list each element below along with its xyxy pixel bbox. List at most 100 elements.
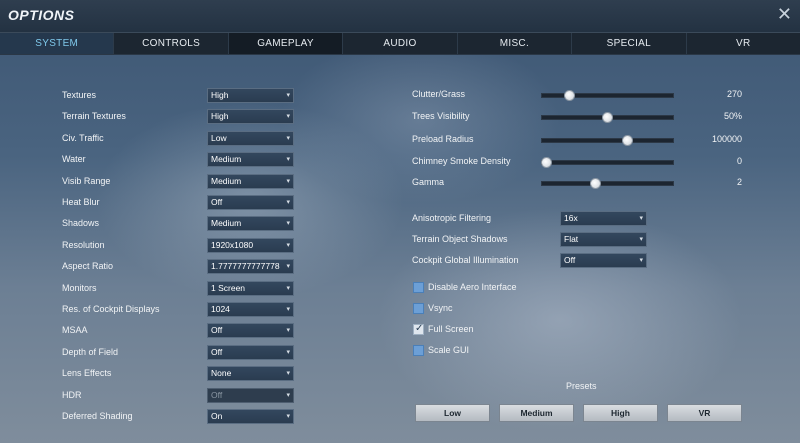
civ-traffic-dropdown[interactable]: Low ▾ (207, 130, 294, 146)
monitors-label: Monitors (62, 282, 97, 293)
clutter-grass-slider-track[interactable] (541, 93, 674, 98)
tab-special[interactable]: SPECIAL (572, 33, 687, 54)
gamma-slider-track[interactable] (541, 181, 674, 186)
chevron-down-icon: ▾ (639, 236, 643, 243)
clutter-grass-label: Clutter/Grass (412, 89, 466, 99)
clutter-grass-value: 270 (726, 89, 742, 99)
hdr-dropdown: Off ▾ (207, 387, 294, 403)
deferred-shading-value: On (211, 411, 223, 421)
presets-label: Presets (566, 381, 597, 391)
terrain-textures-value: High (211, 111, 229, 122)
lens-effects-dropdown[interactable]: None ▾ (207, 366, 294, 382)
civ-traffic-label: Civ. Traffic (62, 132, 104, 143)
chevron-down-icon: ▾ (286, 220, 290, 228)
anisotropic-filtering-dropdown[interactable]: 16x ▾ (560, 211, 647, 226)
scale-gui-checkbox[interactable] (413, 345, 424, 356)
msaa-dropdown[interactable]: Off ▾ (207, 323, 294, 339)
depth-of-field-value: Off (211, 346, 223, 357)
preload-radius-slider-handle[interactable] (621, 135, 633, 146)
preset-medium-button[interactable]: Medium (499, 404, 574, 422)
preset-vr-button[interactable]: VR (667, 404, 742, 422)
deferred-shading-label: Deferred Shading (62, 411, 133, 421)
depth-of-field-dropdown[interactable]: Off ▾ (207, 344, 294, 360)
chevron-down-icon: ▾ (286, 306, 290, 313)
chimney-smoke-density-slider-track[interactable] (541, 160, 674, 165)
deferred-shading-dropdown[interactable]: On ▾ (207, 409, 294, 424)
msaa-label: MSAA (62, 325, 88, 336)
terrain-object-shadows-dropdown[interactable]: Flat ▾ (560, 232, 647, 247)
vsync-checkbox[interactable] (413, 303, 424, 314)
chevron-down-icon: ▾ (286, 327, 290, 335)
shadows-dropdown[interactable]: Medium ▾ (207, 216, 294, 232)
terrain-object-shadows-value: Flat (564, 234, 579, 244)
disable-aero-interface-checkbox[interactable] (413, 282, 424, 293)
chevron-down-icon: ▾ (286, 263, 290, 271)
chevron-down-icon: ▾ (286, 284, 290, 292)
preset-low-button[interactable]: Low (415, 404, 490, 422)
tab-system[interactable]: SYSTEM (0, 33, 115, 54)
disable-aero-interface-label: Disable Aero Interface (428, 282, 517, 292)
close-icon[interactable]: ✕ (777, 5, 792, 23)
lens-effects-label: Lens Effects (62, 368, 112, 379)
textures-label: Textures (62, 90, 97, 100)
full-screen-checkbox[interactable]: ✓ (413, 323, 424, 335)
heat-blur-label: Heat Blur (62, 197, 100, 207)
tab-misc[interactable]: MISC. (457, 33, 573, 54)
tab-controls[interactable]: CONTROLS (114, 33, 229, 54)
textures-dropdown[interactable]: High ▾ (207, 88, 294, 103)
preload-radius-value: 100000 (711, 134, 742, 144)
chevron-down-icon: ▾ (286, 134, 290, 142)
aspect-ratio-label: Aspect Ratio (62, 261, 114, 272)
hdr-value: Off (211, 389, 223, 400)
tab-vr[interactable]: VR (686, 33, 800, 54)
textures-value: High (211, 90, 229, 100)
terrain-textures-dropdown[interactable]: High ▾ (207, 109, 294, 125)
monitors-dropdown[interactable]: 1 Screen ▾ (207, 280, 294, 296)
anisotropic-filtering-value: 16x (564, 213, 578, 223)
chevron-down-icon: ▾ (286, 391, 290, 399)
trees-visibility-value: 50% (723, 111, 742, 121)
trees-visibility-slider-handle[interactable] (602, 112, 613, 123)
chevron-down-icon: ▾ (286, 92, 290, 99)
resolution-dropdown[interactable]: 1920x1080 ▾ (207, 237, 294, 253)
scale-gui-label: Scale GUI (428, 345, 470, 355)
anisotropic-filtering-label: Anisotropic Filtering (412, 213, 492, 223)
lens-effects-value: None (211, 368, 232, 379)
full-screen-label: Full Screen (428, 324, 474, 334)
tab-bar: SYSTEM CONTROLS GAMEPLAY AUDIO MISC. SPE… (0, 32, 800, 55)
chimney-smoke-density-slider-handle[interactable] (541, 157, 552, 168)
chevron-down-icon: ▾ (286, 413, 290, 420)
resolution-value: 1920x1080 (211, 239, 254, 250)
shadows-value: Medium (211, 218, 242, 229)
checkmark-icon: ✓ (415, 323, 424, 334)
cockpit-global-illumination-label: Cockpit Global Illumination (412, 255, 519, 265)
visib-range-label: Visib Range (62, 175, 111, 186)
chevron-down-icon: ▾ (639, 257, 643, 264)
title-bar: OPTIONS ✕ (0, 0, 800, 32)
chimney-smoke-density-value: 0 (736, 156, 742, 166)
terrain-object-shadows-label: Terrain Object Shadows (412, 234, 508, 244)
water-dropdown[interactable]: Medium ▾ (207, 152, 294, 168)
tab-audio[interactable]: AUDIO (343, 33, 458, 54)
gamma-label: Gamma (412, 177, 445, 187)
window-title: OPTIONS (8, 7, 75, 23)
aspect-ratio-value: 1.7777777777778 (211, 261, 280, 272)
aspect-ratio-dropdown[interactable]: 1.7777777777778 ▾ (207, 259, 294, 275)
civ-traffic-value: Low (211, 132, 227, 143)
cockpit-global-illumination-value: Off (564, 255, 576, 265)
preload-radius-slider-track[interactable] (541, 138, 674, 143)
tab-gameplay[interactable]: GAMEPLAY (228, 33, 344, 54)
visib-range-dropdown[interactable]: Medium ▾ (207, 173, 294, 189)
chevron-down-icon: ▾ (639, 215, 643, 222)
shadows-label: Shadows (62, 218, 100, 229)
cockpit-global-illumination-dropdown[interactable]: Off ▾ (560, 253, 647, 268)
water-value: Medium (211, 154, 242, 165)
heat-blur-dropdown[interactable]: Off ▾ (207, 195, 294, 210)
chevron-down-icon: ▾ (286, 348, 290, 356)
msaa-value: Off (211, 325, 223, 336)
preset-high-button[interactable]: High (583, 404, 658, 422)
gamma-slider-handle[interactable] (589, 178, 601, 189)
res-of-cockpit-displays-dropdown[interactable]: 1024 ▾ (207, 302, 294, 317)
clutter-grass-slider-handle[interactable] (564, 90, 576, 101)
terrain-textures-label: Terrain Textures (62, 111, 126, 122)
